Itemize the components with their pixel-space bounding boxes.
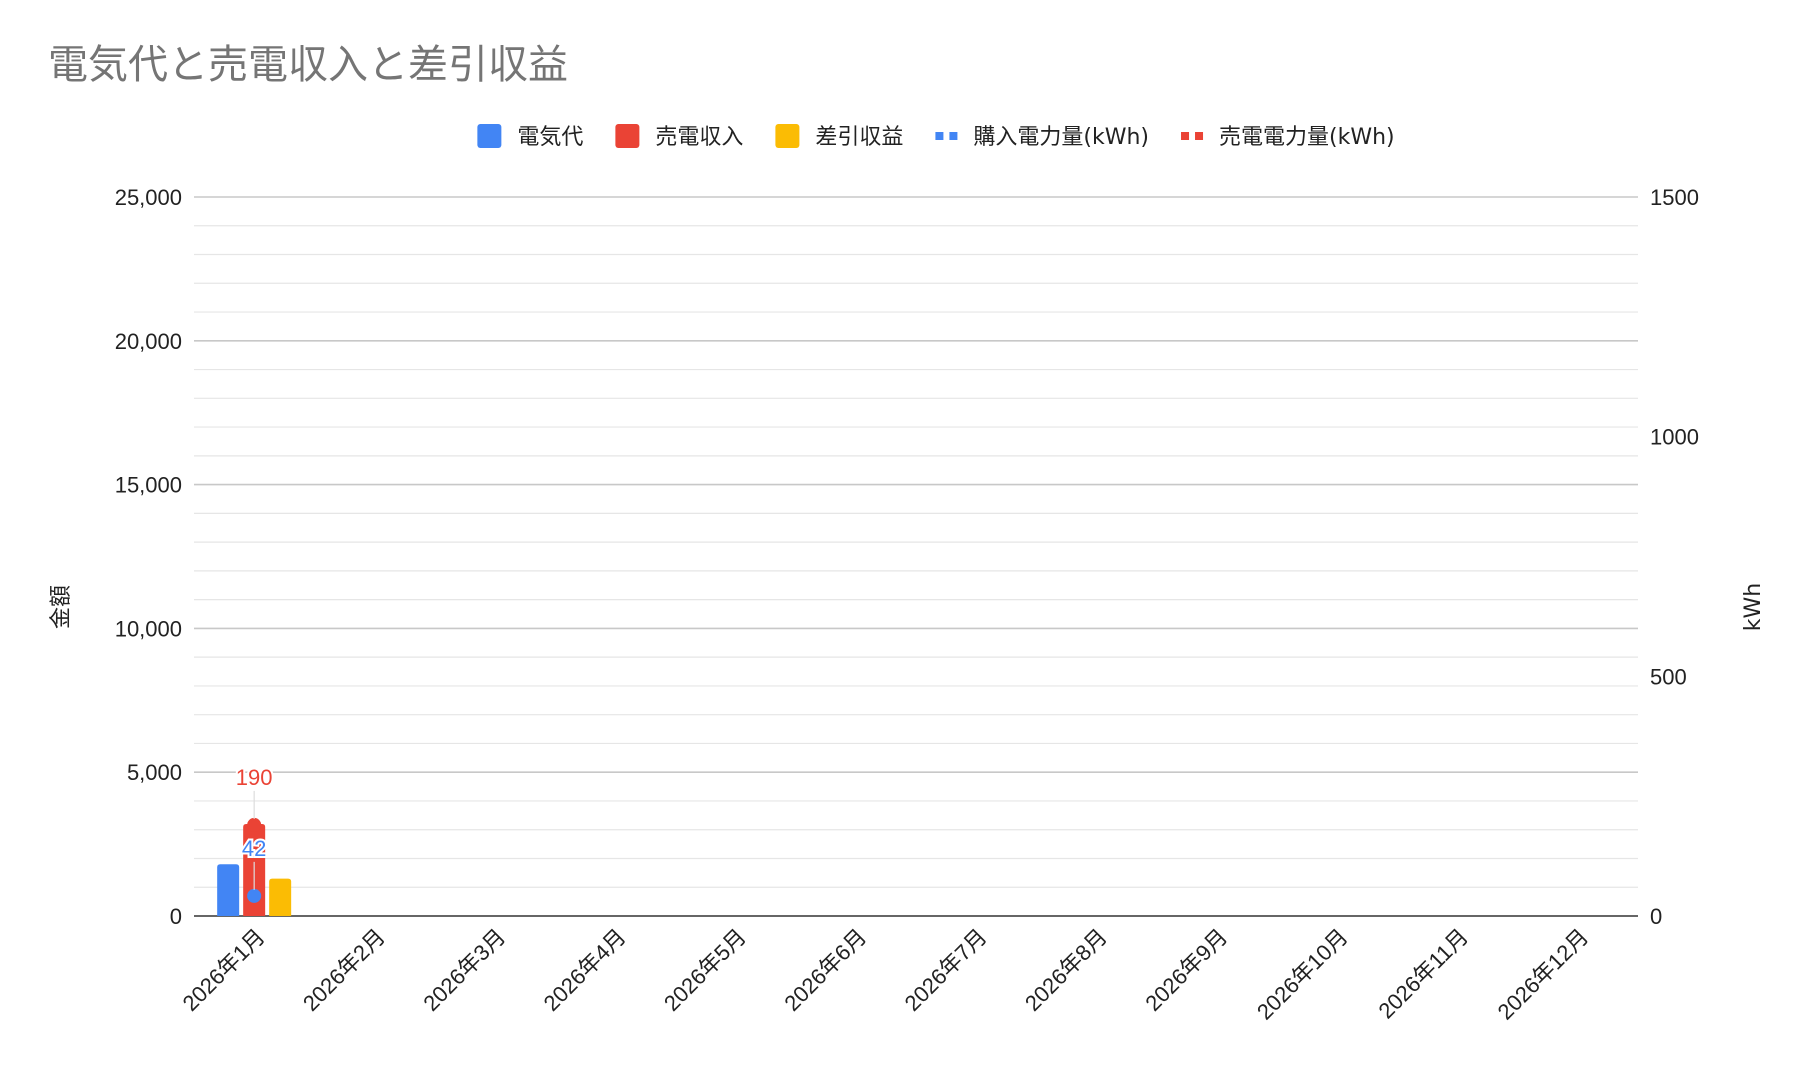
y-tick-left: 10,000	[115, 616, 182, 641]
y-axis-right: 0 500 1000 1500	[1650, 185, 1699, 929]
y-tick-right: 1500	[1650, 185, 1699, 210]
x-tick-label: 2026年4月	[539, 924, 631, 1016]
bar	[217, 864, 240, 916]
legend-dot	[1181, 132, 1190, 140]
x-tick-label: 2026年3月	[418, 924, 510, 1016]
legend-item[interactable]: 差引収益	[775, 124, 903, 150]
y-tick-left: 20,000	[115, 329, 182, 354]
legend-item[interactable]: 購入電力量(kWh)	[935, 125, 1149, 150]
y-tick-right: 0	[1650, 904, 1662, 929]
data-label: 190	[236, 765, 273, 790]
x-tick-label: 2026年8月	[1020, 924, 1112, 1016]
legend-swatch	[615, 124, 640, 148]
y-tick-right: 500	[1650, 664, 1687, 689]
x-tick-label: 2026年1月	[178, 924, 270, 1016]
x-tick-label: 2026年10月	[1252, 924, 1353, 1025]
y-axis-right-label: kWh	[1741, 583, 1766, 631]
x-tick-label: 2026年2月	[298, 924, 390, 1016]
x-tick-label: 2026年9月	[1140, 924, 1232, 1016]
legend-item[interactable]: 売電電力量(kWh)	[1181, 125, 1395, 150]
legend-label: 売電電力量(kWh)	[1219, 125, 1395, 150]
chart-svg: 電気代と売電収入と差引収益 電気代 売電収入 差引収益 購入電力量(kWh) 売電電力量…	[48, 42, 1766, 1025]
grid	[194, 196, 1638, 917]
legend-label: 購入電力量(kWh)	[973, 125, 1149, 150]
legend-swatch	[775, 124, 800, 148]
legend-dot	[1195, 132, 1204, 140]
legend-item[interactable]: 売電収入	[615, 124, 743, 150]
y-tick-left: 0	[170, 904, 182, 929]
chart-root: 電気代と売電収入と差引収益 電気代 売電収入 差引収益 購入電力量(kWh) 売電電力量…	[0, 0, 1802, 1068]
bar	[269, 878, 292, 916]
chart-title: 電気代と売電収入と差引収益	[48, 42, 568, 88]
y-axis-left-label: 金額	[49, 585, 74, 629]
legend-item[interactable]: 電気代	[477, 124, 583, 150]
legend-label: 売電収入	[655, 125, 743, 150]
data-label: 42	[242, 836, 266, 861]
x-tick-label: 2026年12月	[1493, 924, 1594, 1025]
x-axis: 2026年1月 2026年2月 2026年3月 2026年4月 2026年5月 2026年…	[178, 924, 1594, 1025]
y-axis-left: 0 5,000 10,000 15,000 20,000 25,000	[115, 185, 182, 929]
legend-dot	[935, 132, 944, 140]
legend: 電気代 売電収入 差引収益 購入電力量(kWh) 売電電力量(kWh)	[477, 124, 1395, 150]
line-point	[247, 888, 262, 903]
y-tick-left: 15,000	[115, 473, 182, 498]
legend-dot	[949, 132, 958, 140]
y-tick-right: 1000	[1650, 425, 1699, 450]
x-tick-label: 2026年5月	[659, 924, 751, 1016]
x-tick-label: 2026年6月	[779, 924, 871, 1016]
line-point	[247, 817, 262, 832]
legend-label: 電気代	[517, 125, 583, 150]
x-tick-label: 2026年11月	[1373, 924, 1473, 1024]
legend-swatch	[477, 124, 502, 148]
legend-label: 差引収益	[815, 125, 903, 150]
y-tick-left: 25,000	[115, 185, 182, 210]
x-tick-label: 2026年7月	[900, 924, 992, 1016]
y-tick-left: 5,000	[127, 760, 182, 785]
